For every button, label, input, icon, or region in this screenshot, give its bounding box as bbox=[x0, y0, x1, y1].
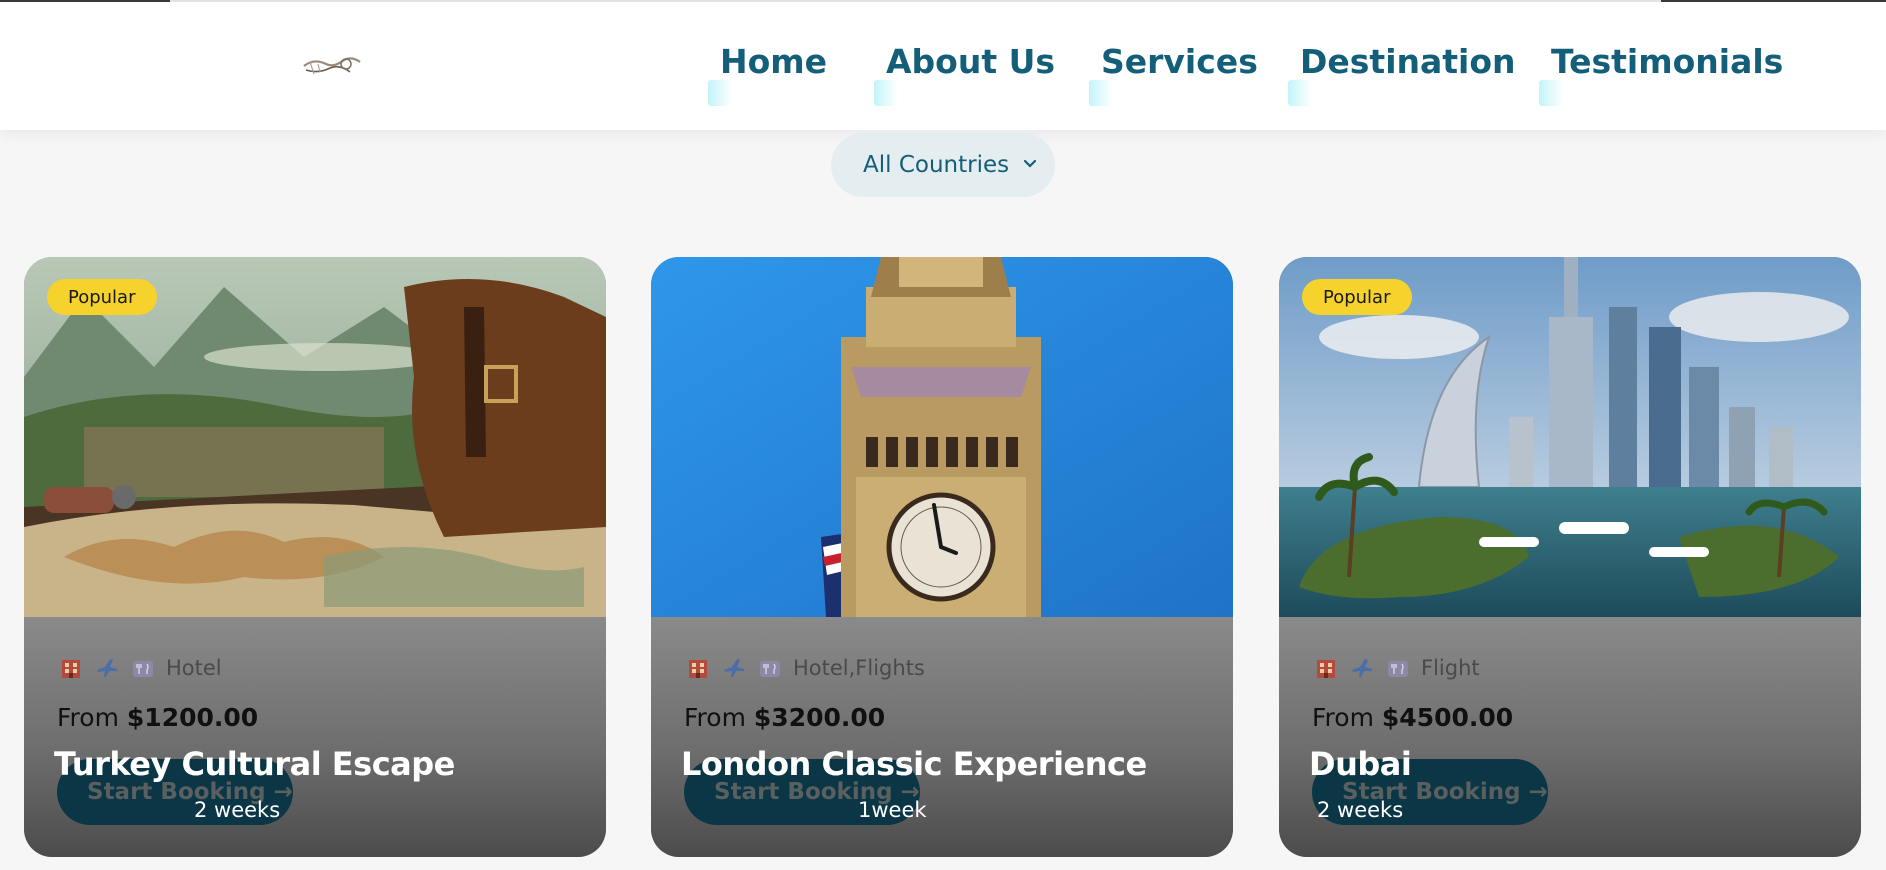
amenities-row: Flight bbox=[1313, 655, 1480, 681]
price: From $3200.00 bbox=[684, 703, 886, 732]
tour-card-dubai[interactable]: Popular Flight From $4500.00 Start Booki… bbox=[1279, 257, 1861, 857]
plane-icon bbox=[94, 655, 120, 681]
tour-duration: 1week bbox=[858, 798, 927, 822]
nav-destination[interactable]: Destination bbox=[1288, 42, 1516, 106]
dining-icon bbox=[130, 655, 156, 681]
nav-testimonials[interactable]: Testimonials bbox=[1539, 42, 1783, 106]
dining-icon bbox=[757, 655, 783, 681]
plane-icon bbox=[1349, 655, 1375, 681]
popular-badge: Popular bbox=[1302, 279, 1412, 315]
tour-card-turkey[interactable]: Popular Hotel From $1200.00 Start Bookin… bbox=[24, 257, 606, 857]
tour-duration: 2 weeks bbox=[1317, 798, 1404, 822]
country-filter-select[interactable]: All Countries bbox=[831, 133, 1055, 197]
tour-image-london bbox=[651, 257, 1233, 617]
popular-badge: Popular bbox=[47, 279, 157, 315]
dining-icon bbox=[1385, 655, 1411, 681]
plane-icon bbox=[721, 655, 747, 681]
tour-card-london[interactable]: Hotel,Flights From $3200.00 Start Bookin… bbox=[651, 257, 1233, 857]
price: From $1200.00 bbox=[57, 703, 259, 732]
tour-duration: 2 weeks bbox=[194, 798, 281, 822]
logo[interactable] bbox=[300, 50, 364, 82]
nav-services[interactable]: Services bbox=[1089, 42, 1258, 106]
amenities-text: Hotel bbox=[166, 656, 222, 680]
tour-title: Turkey Cultural Escape bbox=[54, 745, 455, 783]
amenities-row: Hotel,Flights bbox=[685, 655, 925, 681]
hotel-icon bbox=[685, 655, 711, 681]
country-filter-value: All Countries bbox=[863, 152, 1010, 178]
price: From $4500.00 bbox=[1312, 703, 1514, 732]
tour-title: Dubai bbox=[1309, 745, 1412, 783]
chevron-down-icon bbox=[1023, 153, 1037, 174]
amenities-text: Hotel,Flights bbox=[793, 656, 925, 680]
nav-home[interactable]: Home bbox=[708, 42, 827, 106]
hotel-icon bbox=[58, 655, 84, 681]
amenities-text: Flight bbox=[1421, 656, 1480, 680]
amenities-row: Hotel bbox=[58, 655, 222, 681]
tour-title: London Classic Experience bbox=[681, 745, 1147, 783]
hotel-icon bbox=[1313, 655, 1339, 681]
nav-about-us[interactable]: About Us bbox=[874, 42, 1055, 106]
site-header: Home About Us Services Destination Testi… bbox=[0, 2, 1886, 130]
